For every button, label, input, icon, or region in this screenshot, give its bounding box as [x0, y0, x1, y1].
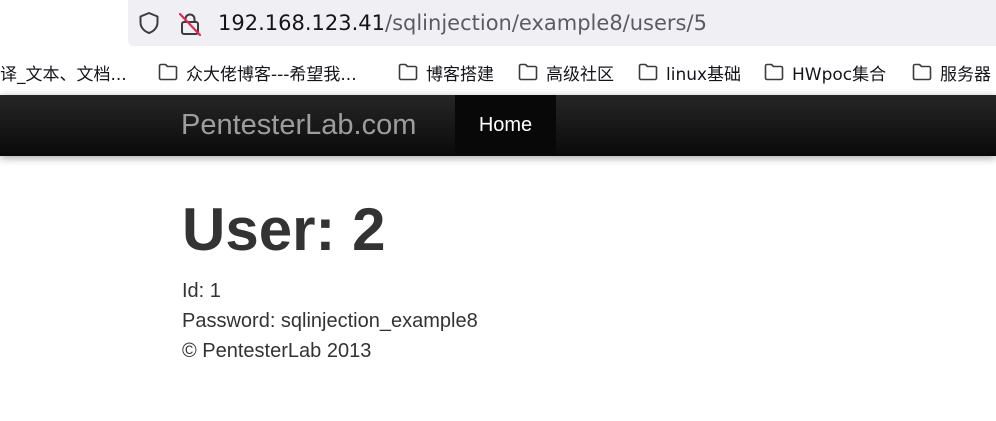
url-text[interactable]: 192.168.123.41/sqlinjection/example8/use…	[218, 9, 707, 37]
folder-icon	[638, 63, 658, 81]
lock-slash-icon[interactable]	[176, 10, 204, 38]
site-navbar: PentesterLab.com Home	[0, 95, 996, 156]
bookmark-label: 服务器	[940, 64, 991, 85]
folder-icon	[912, 63, 932, 81]
address-row: 192.168.123.41/sqlinjection/example8/use…	[0, 0, 996, 46]
bookmark-label: 博客搭建	[426, 64, 494, 85]
shield-icon[interactable]	[136, 10, 162, 36]
bookmark-folder[interactable]: HWpoc集合	[764, 61, 887, 85]
bookmark-folder[interactable]: linux基础	[638, 61, 742, 85]
bookmark-folder[interactable]: 博客搭建	[398, 61, 494, 85]
folder-icon	[764, 63, 784, 81]
bookmark-label: 高级社区	[546, 64, 614, 85]
bookmark-label: HWpoc集合	[792, 64, 887, 85]
folder-icon	[158, 63, 178, 81]
bookmark-folder[interactable]: 高级社区	[518, 61, 614, 85]
bookmark-folder[interactable]: 服务器	[912, 61, 991, 85]
url-host: 192.168.123.41	[218, 11, 385, 35]
main-content: User: 2 Id: 1 Password: sqlinjection_exa…	[182, 196, 882, 366]
bookmark-label: 译_文本、文档...	[0, 64, 127, 85]
page-title: User: 2	[182, 196, 386, 263]
bookmark-label: linux基础	[666, 64, 742, 85]
user-password: Password: sqlinjection_example8	[182, 310, 478, 332]
bookmarks-bar: 译_文本、文档... 众大佬博客---希望我... 博客搭建 高级社区 linu…	[0, 50, 996, 94]
folder-icon	[518, 63, 538, 81]
user-details: Id: 1 Password: sqlinjection_example8 © …	[182, 276, 882, 366]
bookmark-folder[interactable]: 众大佬博客---希望我...	[158, 61, 357, 85]
bookmark-label: 众大佬博客---希望我...	[186, 64, 357, 85]
user-id: Id: 1	[182, 280, 221, 302]
bookmark-item[interactable]: 译_文本、文档...	[0, 61, 127, 85]
brand-link[interactable]: PentesterLab.com	[181, 108, 416, 142]
url-path: /sqlinjection/example8/users/5	[385, 11, 707, 35]
page-footer: © PentesterLab 2013	[182, 340, 372, 362]
nav-home-link[interactable]: Home	[455, 95, 556, 156]
folder-icon	[398, 63, 418, 81]
